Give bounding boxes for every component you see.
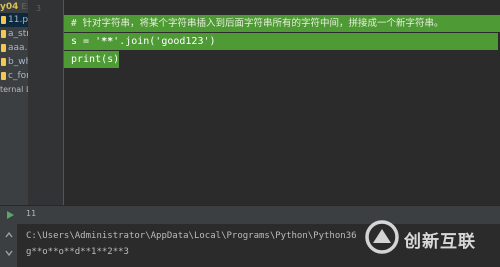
python-file-icon xyxy=(1,30,6,38)
code-line-comment[interactable]: # 针对字符串，将某个字符串插入到后面字符串所有的字符中间，拼接成一个新字符串。 xyxy=(64,15,500,32)
watermark: 创新互联 xyxy=(364,215,494,259)
code-suffix: '.join('good123') xyxy=(113,36,216,47)
external-libraries[interactable]: ternal L xyxy=(0,83,29,97)
project-root-label: y04 xyxy=(0,2,19,12)
project-sidebar: y04 E: 11.py a_str.py aaa.py b_while.py … xyxy=(0,0,29,205)
project-root-hint: E: xyxy=(21,2,29,11)
python-file-icon xyxy=(1,16,6,24)
file-item-c-for[interactable]: c_for.py xyxy=(0,69,29,83)
python-file-icon xyxy=(1,44,6,52)
editor-gutter: 3 xyxy=(29,0,64,205)
console-command: C:\Users\Administrator\AppData\Local\Pro… xyxy=(26,231,357,241)
code-editor[interactable]: # 针对字符串，将某个字符串插入到后面字符串所有的字符中间，拼接成一个新字符串。… xyxy=(64,0,500,205)
file-name: 11.py xyxy=(8,15,29,25)
arrow-down-icon[interactable] xyxy=(4,248,14,258)
run-icon[interactable] xyxy=(5,210,15,220)
file-name: a_str.py xyxy=(8,29,29,39)
python-file-icon xyxy=(1,72,6,80)
console-output: g**o**o**d**1**2**3 xyxy=(26,247,129,257)
code-print: print(s) xyxy=(71,54,120,65)
arrow-up-icon[interactable] xyxy=(4,230,14,240)
code-stars: ** xyxy=(101,36,114,47)
code-line-join[interactable]: s = '**'.join('good123') xyxy=(64,33,498,50)
watermark-text: 创新互联 xyxy=(404,232,476,252)
watermark-logo-icon xyxy=(365,220,399,254)
file-name: aaa.py xyxy=(8,43,28,53)
run-tab-label[interactable]: 11 xyxy=(26,209,36,218)
python-file-icon xyxy=(1,58,6,66)
file-item-a-str[interactable]: a_str.py xyxy=(0,27,29,41)
code-prefix: s = ' xyxy=(71,36,102,47)
file-name: b_while.py xyxy=(8,57,28,67)
run-toolbar xyxy=(0,224,18,267)
file-item-b-while[interactable]: b_while.py xyxy=(0,55,28,69)
project-root[interactable]: y04 E: xyxy=(0,0,29,14)
code-line-print[interactable]: print(s) xyxy=(64,51,119,68)
external-libraries-label: ternal L xyxy=(0,85,29,94)
comment-text: # 针对字符串，将某个字符串插入到后面字符串所有的字符中间，拼接成一个新字符串。 xyxy=(71,18,444,29)
line-number: 3 xyxy=(36,4,41,13)
file-item-aaa[interactable]: aaa.py xyxy=(0,41,28,55)
file-name: c_for.py xyxy=(8,71,29,81)
file-item-11py[interactable]: 11.py xyxy=(0,13,29,27)
